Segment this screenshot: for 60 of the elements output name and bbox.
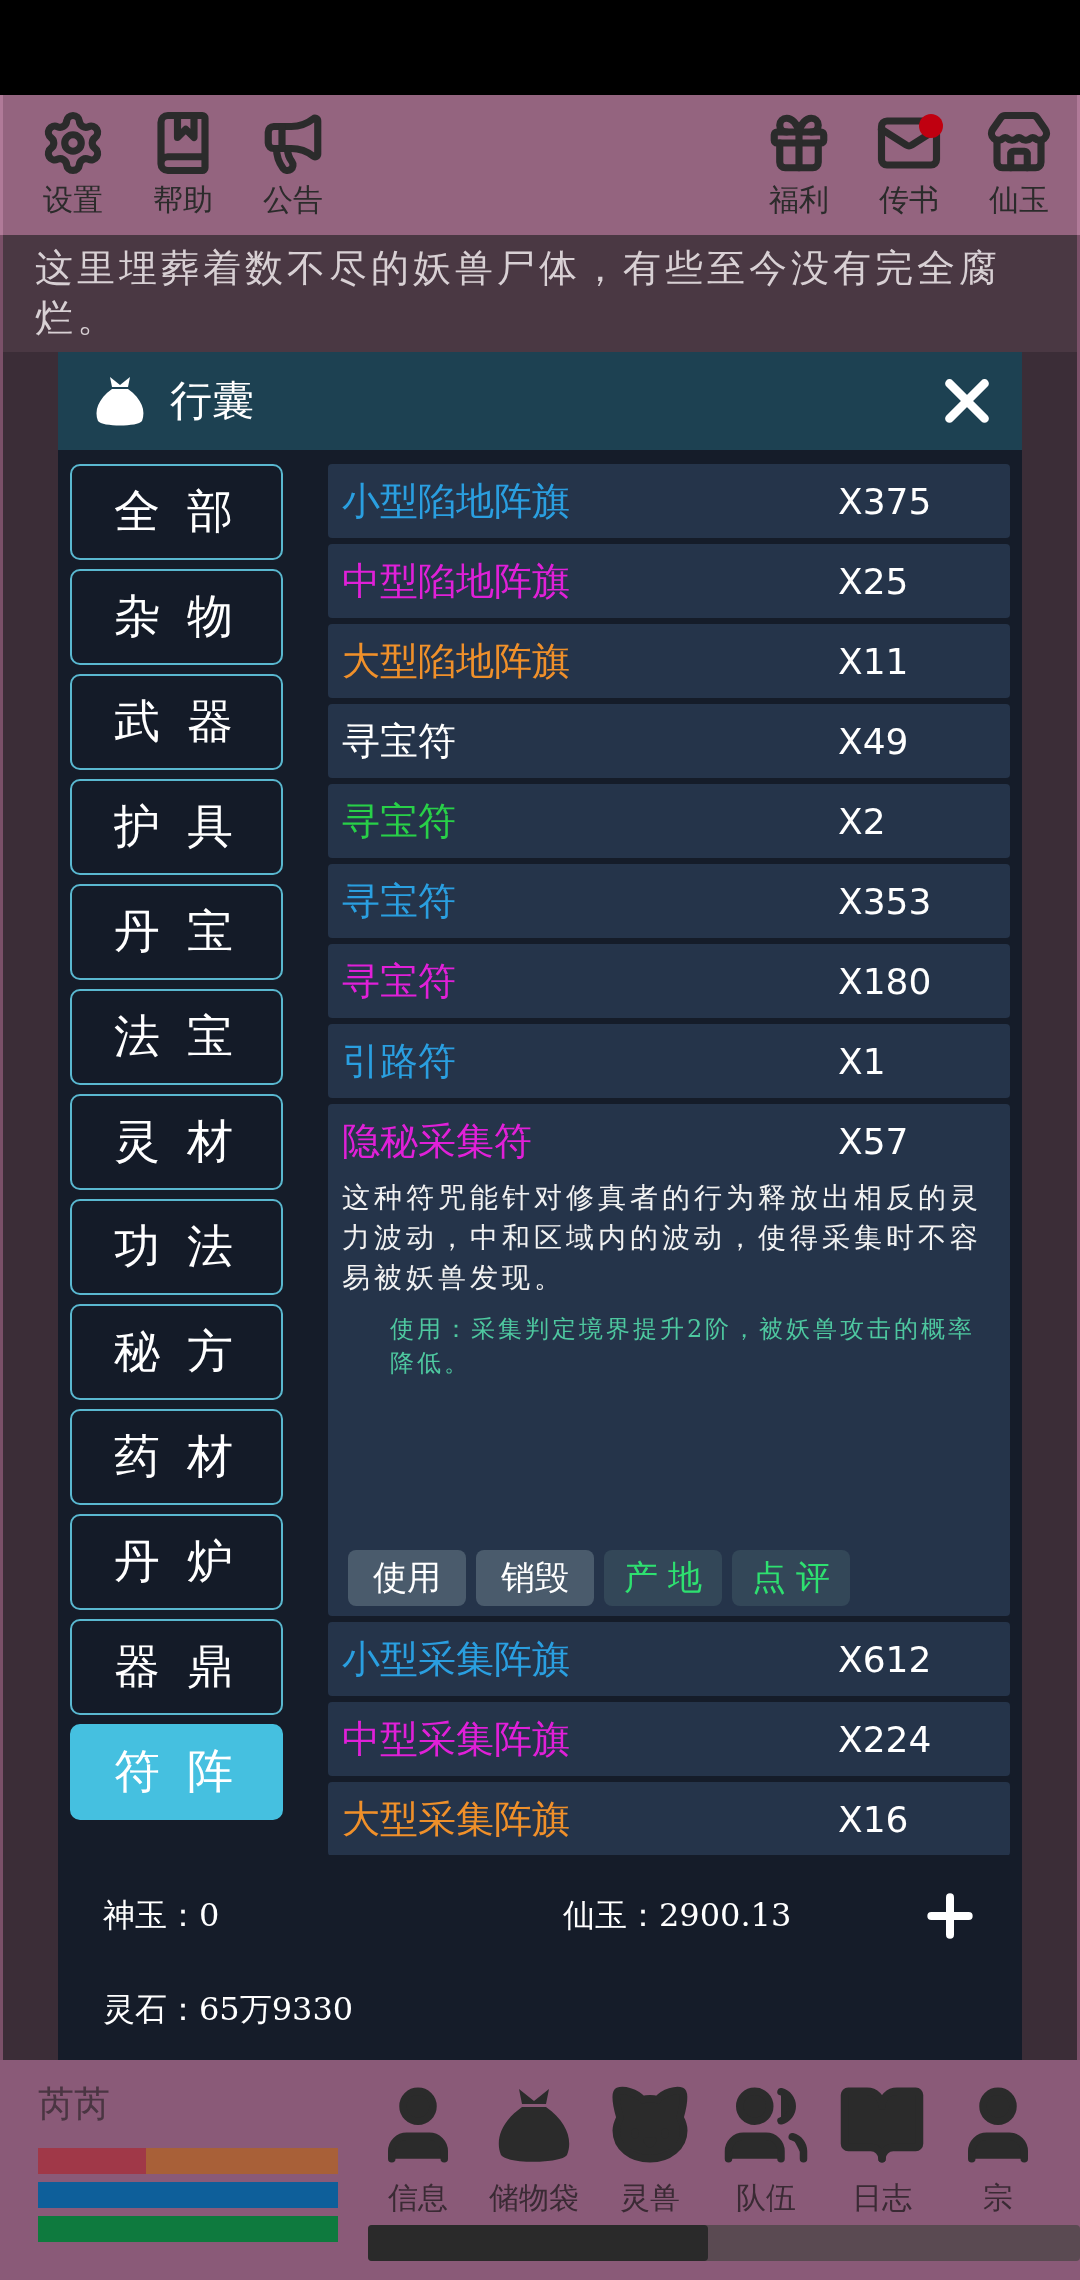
item-name: 小型采集阵旗 bbox=[342, 1635, 571, 1683]
item-count: X2 bbox=[838, 800, 887, 842]
item-name: 大型陷地阵旗 bbox=[342, 637, 571, 685]
category-tab[interactable]: 灵 材 bbox=[70, 1094, 283, 1190]
player-name: 芮芮 bbox=[38, 2082, 111, 2126]
item-count: X57 bbox=[838, 1120, 910, 1162]
item-name: 引路符 bbox=[342, 1037, 457, 1085]
item-count: X180 bbox=[838, 960, 933, 1002]
category-tab[interactable]: 丹 宝 bbox=[70, 884, 283, 980]
item-count: X25 bbox=[838, 560, 910, 602]
item-name: 寻宝符 bbox=[342, 797, 457, 845]
item-name: 寻宝符 bbox=[342, 877, 457, 925]
item-row[interactable]: 隐秘采集符 X57 这种符咒能针对修真者的行为释放出相反的灵力波动，中和区域内的波动，使得采集时不容易被妖兽发现。 使用：采集判定境界提升2阶，被妖兽攻击的概率降低。 使用 销毁 产 地 点 评 bbox=[328, 1104, 1010, 1616]
item-row[interactable]: 小型采集阵旗 X612 bbox=[328, 1622, 1010, 1696]
item-row[interactable]: 寻宝符 X49 bbox=[328, 704, 1010, 778]
item-row[interactable]: 中型采集阵旗 X224 bbox=[328, 1702, 1010, 1776]
divine-jade-balance: 神玉：0 bbox=[103, 1894, 221, 1936]
dialog-title: 行囊 bbox=[170, 375, 255, 427]
scene-description: 这里埋葬着数不尽的妖兽尸体，有些至今没有完全腐烂。 bbox=[3, 235, 1077, 352]
item-usage: 使用：采集判定境界提升2阶，被妖兽攻击的概率降低。 bbox=[390, 1314, 977, 1379]
item-action-button[interactable]: 销毁 bbox=[476, 1550, 594, 1606]
item-count: X11 bbox=[838, 640, 910, 682]
item-name: 寻宝符 bbox=[342, 717, 457, 765]
item-name: 小型陷地阵旗 bbox=[342, 477, 571, 525]
item-row[interactable]: 小型陷地阵旗 X375 bbox=[328, 464, 1010, 538]
item-action-button[interactable]: 点 评 bbox=[732, 1550, 850, 1606]
item-row[interactable]: 中型陷地阵旗 X25 bbox=[328, 544, 1010, 618]
category-tab[interactable]: 武 器 bbox=[70, 674, 283, 770]
item-count: X49 bbox=[838, 720, 910, 762]
item-name: 中型采集阵旗 bbox=[342, 1715, 571, 1763]
category-tab[interactable]: 秘 方 bbox=[70, 1304, 283, 1400]
category-tab[interactable]: 功 法 bbox=[70, 1199, 283, 1295]
category-tab[interactable]: 器 鼎 bbox=[70, 1619, 283, 1715]
item-row[interactable]: 引路符 X1 bbox=[328, 1024, 1010, 1098]
item-description: 这种符咒能针对修真者的行为释放出相反的灵力波动，中和区域内的波动，使得采集时不容易被妖兽发现。 bbox=[342, 1180, 983, 1296]
item-row[interactable]: 寻宝符 X353 bbox=[328, 864, 1010, 938]
item-count: X375 bbox=[838, 480, 933, 522]
item-name: 中型陷地阵旗 bbox=[342, 557, 571, 605]
category-tab[interactable]: 法 宝 bbox=[70, 989, 283, 1085]
item-action-button[interactable]: 使用 bbox=[348, 1550, 466, 1606]
item-count: X353 bbox=[838, 880, 933, 922]
item-count: X16 bbox=[838, 1798, 910, 1840]
item-count: X1 bbox=[838, 1040, 887, 1082]
item-name: 大型采集阵旗 bbox=[342, 1795, 571, 1843]
item-row[interactable]: 寻宝符 X2 bbox=[328, 784, 1010, 858]
item-name: 寻宝符 bbox=[342, 957, 457, 1005]
item-row[interactable]: 寻宝符 X180 bbox=[328, 944, 1010, 1018]
category-tab[interactable]: 杂 物 bbox=[70, 569, 283, 665]
item-row[interactable]: 大型陷地阵旗 X11 bbox=[328, 624, 1010, 698]
immortal-jade-balance: 仙玉：2900.13 bbox=[563, 1894, 793, 1936]
category-tab[interactable]: 护 具 bbox=[70, 779, 283, 875]
item-count: X612 bbox=[838, 1638, 933, 1680]
category-tab[interactable]: 全 部 bbox=[70, 464, 283, 560]
item-count: X224 bbox=[838, 1718, 933, 1760]
category-tab[interactable]: 药 材 bbox=[70, 1409, 283, 1505]
item-name: 隐秘采集符 bbox=[342, 1117, 533, 1165]
item-row[interactable]: 大型采集阵旗 X16 bbox=[328, 1782, 1010, 1855]
category-tab[interactable]: 丹 炉 bbox=[70, 1514, 283, 1610]
item-action-button[interactable]: 产 地 bbox=[604, 1550, 722, 1606]
spirit-stone-balance: 灵石：65万9330 bbox=[103, 1988, 355, 2030]
